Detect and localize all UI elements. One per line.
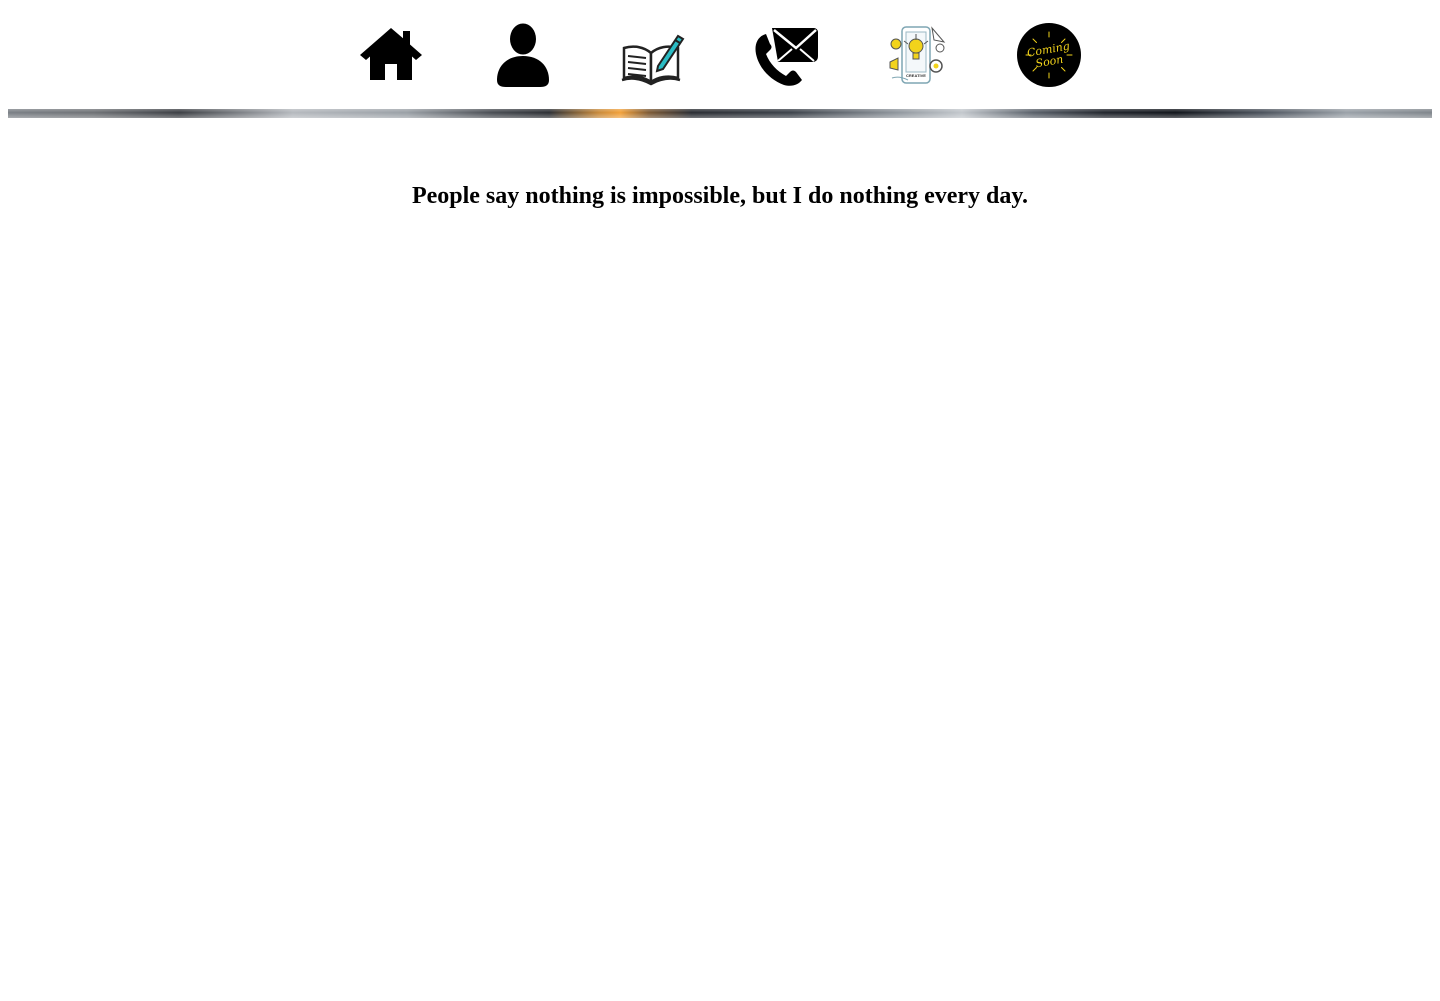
nav-portfolio-link[interactable]: CREATIVE [884,22,950,88]
nav-home-link[interactable] [358,22,424,88]
top-navigation: CREATIVE Coming Soon [0,0,1440,108]
nav-contact-link[interactable] [752,22,818,88]
nav-coming-soon-link[interactable]: Coming Soon [1016,22,1082,88]
home-icon [358,22,424,88]
coming-soon-badge-icon: Coming Soon [1016,22,1082,88]
book-pen-icon [620,22,686,88]
nav-about-link[interactable] [490,22,556,88]
phone-mail-icon [752,22,818,88]
header-banner-image [8,109,1432,118]
page-quote: People say nothing is impossible, but I … [411,183,1029,209]
creative-label: CREATIVE [906,73,926,78]
ideas-illustration-icon: CREATIVE [884,22,950,88]
user-icon [490,22,556,88]
nav-blog-link[interactable] [620,22,686,88]
